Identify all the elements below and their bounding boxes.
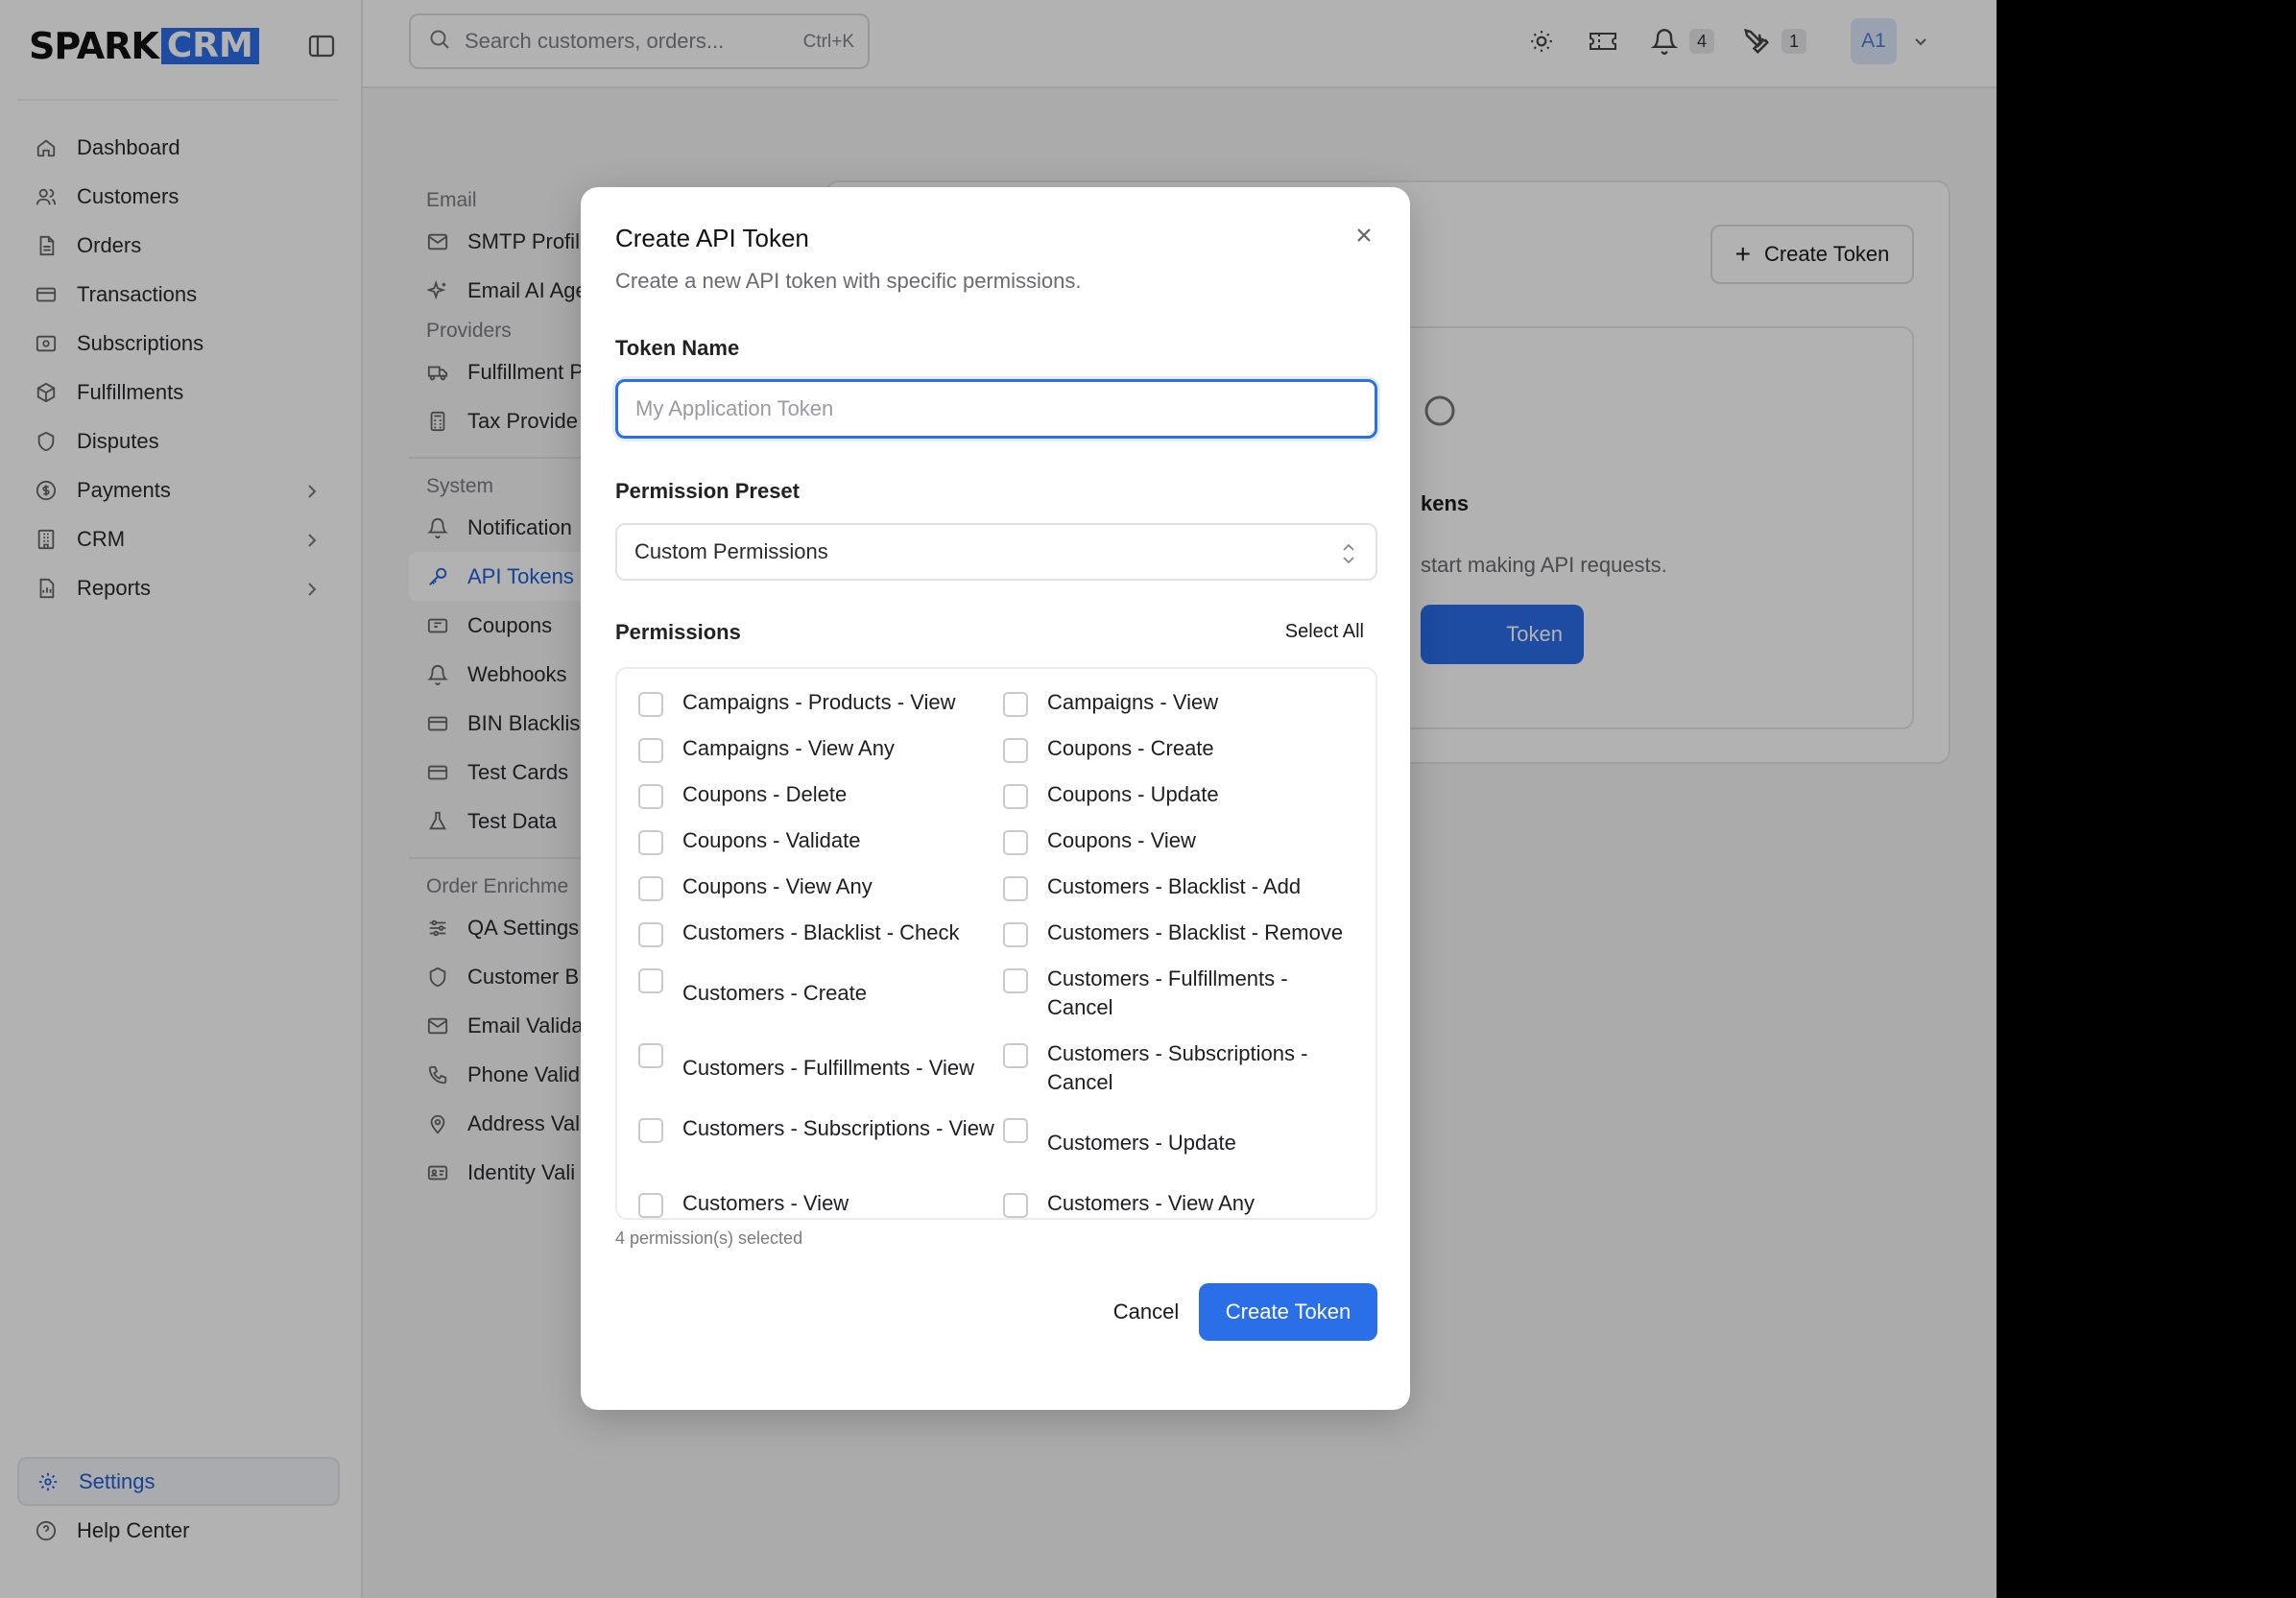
permission-label: Customers - Blacklist - Add <box>1047 874 1302 898</box>
permission-item[interactable]: Coupons - Update <box>1003 780 1358 826</box>
permission-item[interactable]: Coupons - Create <box>1003 734 1358 780</box>
permission-item[interactable]: Customers - Update <box>1003 1114 1358 1189</box>
permission-item[interactable]: Coupons - Validate <box>638 826 1003 872</box>
permission-item[interactable]: Campaigns - Products - View <box>638 688 1003 734</box>
cancel-button[interactable]: Cancel <box>1080 1283 1212 1341</box>
permissions-list[interactable]: Campaigns - Products - View Campaigns - … <box>615 667 1377 1220</box>
permission-label: Coupons - Create <box>1047 736 1214 760</box>
permission-item[interactable]: Coupons - Delete <box>638 780 1003 826</box>
permission-checkbox[interactable] <box>638 1043 663 1068</box>
permission-item[interactable]: Campaigns - View <box>1003 688 1358 734</box>
permission-checkbox[interactable] <box>1003 692 1028 717</box>
modal-subtitle: Create a new API token with specific per… <box>615 269 1082 293</box>
chevron-updown-icon <box>1339 540 1358 567</box>
permission-item[interactable]: Customers - Create <box>638 965 1003 1039</box>
permission-label: Coupons - Validate <box>682 828 861 852</box>
permission-item[interactable]: Campaigns - View Any <box>638 734 1003 780</box>
permission-checkbox[interactable] <box>638 784 663 809</box>
permission-checkbox[interactable] <box>1003 876 1028 901</box>
app-window: SPARK CRM Dashboard Customers Orders Tra… <box>0 0 1997 1598</box>
permissions-grid: Campaigns - Products - View Campaigns - … <box>638 688 1358 1218</box>
permission-item[interactable]: Customers - View Any <box>1003 1189 1358 1218</box>
permission-checkbox[interactable] <box>638 922 663 947</box>
permission-item[interactable]: Coupons - View <box>1003 826 1358 872</box>
permission-label: Campaigns - Products - View <box>682 690 956 714</box>
permission-checkbox[interactable] <box>638 1118 663 1143</box>
permission-checkbox[interactable] <box>1003 1118 1028 1143</box>
permission-item[interactable]: Customers - Blacklist - Remove <box>1003 918 1358 965</box>
permission-checkbox[interactable] <box>1003 830 1028 855</box>
permissions-selected-count: 4 permission(s) selected <box>615 1228 803 1248</box>
permission-checkbox[interactable] <box>1003 968 1028 993</box>
permission-label: Customers - View Any <box>1047 1191 1256 1215</box>
close-icon[interactable] <box>1351 222 1377 249</box>
permission-label: Customers - Subscriptions - Cancel <box>1047 1041 1308 1094</box>
permission-label: Customers - Subscriptions - View <box>682 1116 994 1140</box>
permission-checkbox[interactable] <box>638 876 663 901</box>
permission-checkbox[interactable] <box>1003 1043 1028 1068</box>
permission-preset-select[interactable]: Custom Permissions <box>615 523 1377 581</box>
permission-item[interactable]: Coupons - View Any <box>638 872 1003 918</box>
permission-label: Customers - Create <box>682 981 867 1005</box>
permission-label: Customers - Fulfillments - View <box>682 1056 974 1080</box>
permission-preset-label: Permission Preset <box>615 479 800 503</box>
permission-item[interactable]: Customers - Blacklist - Add <box>1003 872 1358 918</box>
permission-item[interactable]: Customers - Fulfillments - Cancel <box>1003 965 1358 1039</box>
permission-checkbox[interactable] <box>638 830 663 855</box>
permission-checkbox[interactable] <box>1003 1193 1028 1218</box>
token-name-label: Token Name <box>615 336 740 360</box>
permission-item[interactable]: Customers - View <box>638 1189 1003 1218</box>
permission-checkbox[interactable] <box>1003 784 1028 809</box>
select-all-button[interactable]: Select All <box>1285 621 1364 643</box>
permission-checkbox[interactable] <box>1003 922 1028 947</box>
permission-label: Coupons - Update <box>1047 782 1219 806</box>
permission-label: Customers - Update <box>1047 1131 1236 1155</box>
permission-item[interactable]: Customers - Subscriptions - Cancel <box>1003 1039 1358 1114</box>
permission-label: Coupons - View <box>1047 828 1196 852</box>
permission-label: Customers - View <box>682 1191 849 1215</box>
permission-checkbox[interactable] <box>638 1193 663 1218</box>
permission-item[interactable]: Customers - Fulfillments - View <box>638 1039 1003 1114</box>
permission-checkbox[interactable] <box>638 738 663 763</box>
permission-preset-value: Custom Permissions <box>634 539 828 563</box>
permission-label: Coupons - Delete <box>682 782 848 806</box>
permission-label: Coupons - View Any <box>682 874 873 898</box>
permission-item[interactable]: Customers - Blacklist - Check <box>638 918 1003 965</box>
permissions-label: Permissions <box>615 620 741 644</box>
permission-checkbox[interactable] <box>638 968 663 993</box>
permission-label: Customers - Fulfillments - Cancel <box>1047 966 1288 1019</box>
permission-label: Campaigns - View <box>1047 690 1219 714</box>
permission-item[interactable]: Customers - Subscriptions - View <box>638 1114 1003 1189</box>
create-token-button[interactable]: Create Token <box>1199 1283 1377 1341</box>
permission-checkbox[interactable] <box>1003 738 1028 763</box>
permission-label: Customers - Blacklist - Remove <box>1047 920 1344 944</box>
modal-title: Create API Token <box>615 224 809 252</box>
permission-label: Customers - Blacklist - Check <box>682 920 960 944</box>
permission-label: Campaigns - View Any <box>682 736 895 760</box>
permission-checkbox[interactable] <box>638 692 663 717</box>
token-name-input[interactable] <box>615 379 1377 439</box>
create-api-token-modal: Create API Token Create a new API token … <box>581 187 1410 1410</box>
